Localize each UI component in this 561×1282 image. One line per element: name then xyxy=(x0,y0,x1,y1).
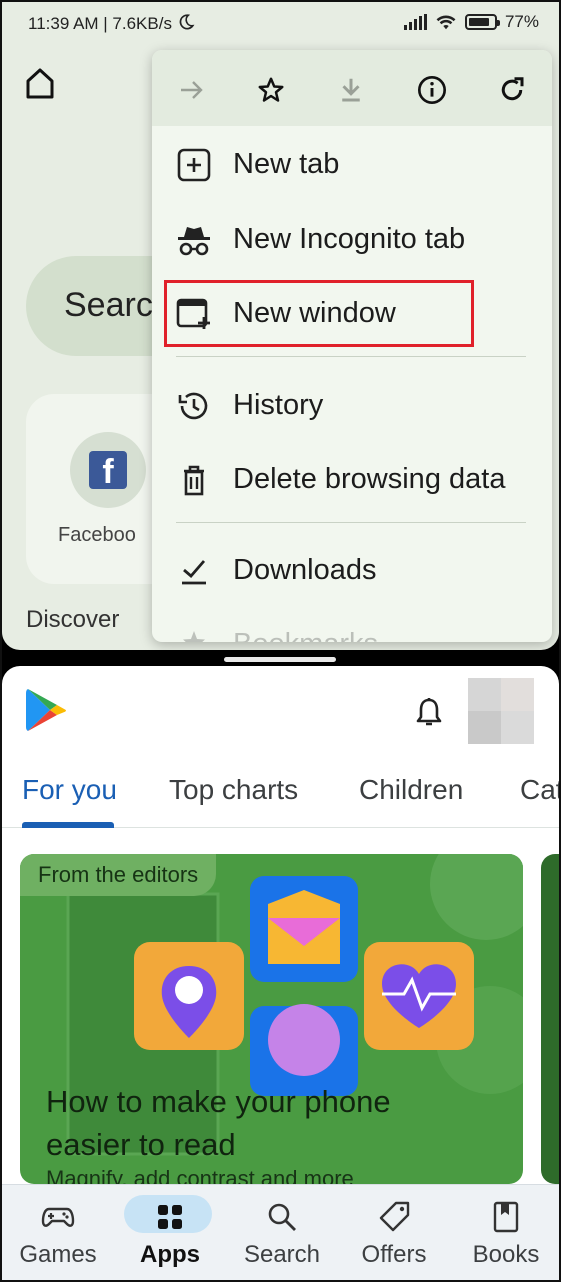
menu-item-label: Delete browsing data xyxy=(233,463,506,495)
tab-children[interactable]: Children xyxy=(359,774,463,806)
refresh-icon[interactable] xyxy=(494,72,530,108)
avatar[interactable] xyxy=(468,678,534,744)
menu-item-label: Downloads xyxy=(233,554,377,586)
nav-label: Apps xyxy=(140,1241,200,1268)
history-icon xyxy=(178,392,208,420)
signal-icon xyxy=(403,14,427,30)
nav-offers[interactable]: Offers xyxy=(338,1185,450,1280)
battery-icon xyxy=(464,14,500,30)
menu-divider xyxy=(176,522,526,523)
nav-label: Books xyxy=(472,1241,540,1268)
highlight-box xyxy=(164,280,474,347)
split-screen-handle[interactable] xyxy=(224,657,336,662)
menu-toolbar xyxy=(152,50,552,126)
nav-apps[interactable]: Apps xyxy=(114,1185,226,1280)
nav-games[interactable]: Games xyxy=(2,1185,114,1280)
wifi-icon xyxy=(436,15,456,30)
status-bar: 11:39 AM | 7.6KB/s 77% xyxy=(28,12,539,33)
bookmarks-icon xyxy=(183,631,205,642)
home-icon[interactable] xyxy=(24,66,56,100)
tab-top-charts[interactable]: Top charts xyxy=(169,774,298,806)
moon-icon xyxy=(179,14,195,30)
menu-item-delete-browsing-data[interactable]: Delete browsing data xyxy=(152,449,552,509)
book-icon xyxy=(493,1201,519,1233)
trash-icon xyxy=(184,465,204,496)
forward-icon[interactable] xyxy=(174,72,210,108)
menu-item-bookmarks[interactable]: Bookmarks xyxy=(152,614,552,642)
card-label: From the editors xyxy=(20,854,217,896)
menu-item-downloads[interactable]: Downloads xyxy=(152,540,552,600)
nav-label: Games xyxy=(19,1241,97,1268)
menu-divider xyxy=(176,356,526,357)
nav-label: Search xyxy=(243,1241,321,1268)
search-placeholder: Searc xyxy=(64,286,153,324)
downloads-icon xyxy=(182,560,206,585)
incognito-icon xyxy=(178,227,210,256)
tab-for-you[interactable]: For you xyxy=(22,774,117,806)
feature-card[interactable]: From the editors How to make your phone … xyxy=(20,854,523,1184)
menu-item-new-tab[interactable]: New tab xyxy=(152,134,552,194)
apps-grid-icon xyxy=(158,1205,182,1229)
nav-label: Offers xyxy=(361,1241,427,1268)
menu-item-label: New Incognito tab xyxy=(233,223,466,255)
active-tab-indicator xyxy=(22,822,114,828)
menu-item-label: History xyxy=(233,389,324,421)
facebook-logo-icon: f xyxy=(89,451,127,491)
download-icon[interactable] xyxy=(333,72,369,108)
bottom-nav: Games Apps Search Offers Books xyxy=(2,1184,559,1280)
menu-item-label: Bookmarks xyxy=(233,628,378,642)
chrome-pane: 11:39 AM | 7.6KB/s 77% Searc f Faceboo D… xyxy=(2,2,559,650)
nav-search[interactable]: Search xyxy=(226,1185,338,1280)
next-feature-card[interactable] xyxy=(541,854,559,1184)
card-subtitle: Magnify, add contrast and more xyxy=(46,1166,354,1184)
facebook-shortcut[interactable]: f xyxy=(70,432,146,508)
menu-item-new-incognito-tab[interactable]: New Incognito tab xyxy=(152,209,552,269)
nav-books[interactable]: Books xyxy=(450,1185,559,1280)
status-time-speed: 11:39 AM | 7.6KB/s xyxy=(28,14,172,33)
bookmark-star-icon[interactable] xyxy=(253,72,289,108)
card-title: How to make your phone easier to read xyxy=(46,1084,391,1162)
tab-categories[interactable]: Cat xyxy=(520,774,559,806)
gamepad-icon xyxy=(41,1207,75,1227)
search-icon xyxy=(268,1203,296,1231)
info-icon[interactable] xyxy=(414,72,450,108)
menu-item-history[interactable]: History xyxy=(152,375,552,435)
chrome-overflow-menu: New tab New Incognito tab New window His… xyxy=(152,50,552,642)
new-tab-icon xyxy=(177,148,211,182)
battery-level: 77 xyxy=(504,12,524,31)
notifications-bell-icon[interactable] xyxy=(414,696,444,728)
menu-item-label: New tab xyxy=(233,148,340,180)
play-store-pane: For you Top charts Children Cat From the… xyxy=(2,666,559,1280)
tag-icon xyxy=(379,1201,410,1232)
tab-bar: For you Top charts Children Cat xyxy=(2,766,559,828)
google-play-logo-icon xyxy=(26,689,66,731)
discover-label: Discover xyxy=(26,606,120,633)
shortcut-label: Faceboo xyxy=(58,524,136,546)
